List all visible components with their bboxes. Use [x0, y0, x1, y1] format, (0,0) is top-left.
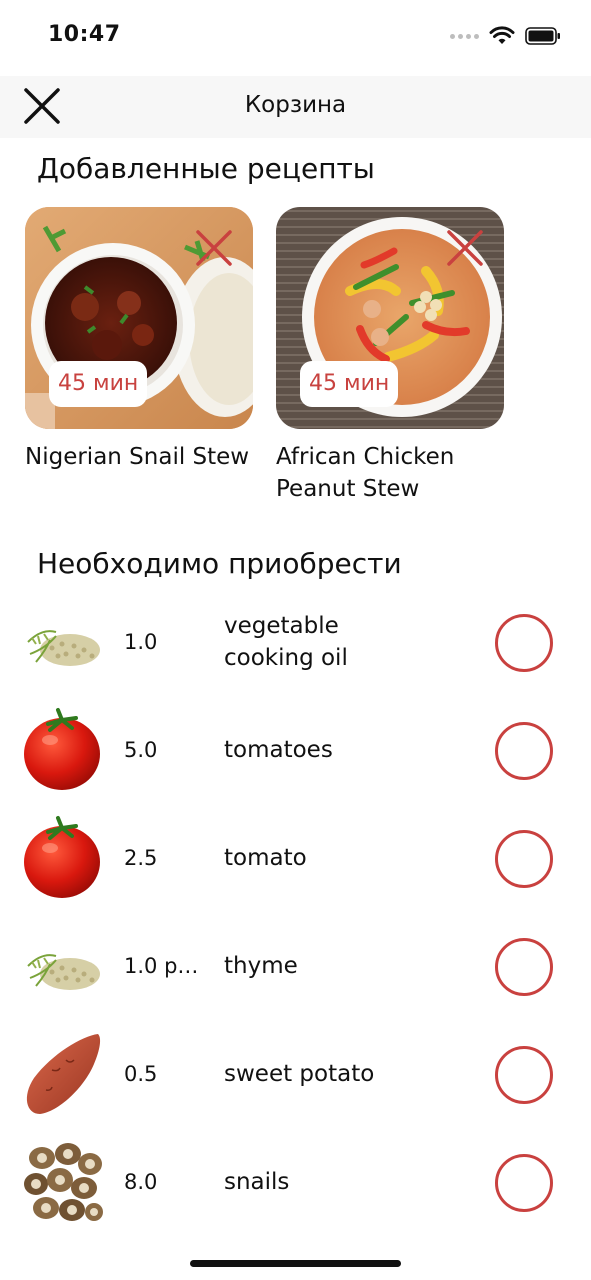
recipes-section-title: Добавленные рецепты — [37, 152, 375, 185]
shopping-section-title: Необходимо приобрести — [37, 547, 402, 580]
status-time: 10:47 — [48, 22, 121, 47]
remove-recipe-icon[interactable] — [195, 229, 233, 267]
tomato-image — [24, 816, 100, 898]
list-item: 1.0 p… thyme — [0, 922, 591, 1030]
navigation-bar: Корзина — [0, 76, 591, 138]
tomato-image — [24, 708, 100, 790]
sweet-potato-image — [26, 1034, 101, 1114]
item-name: tomato — [224, 845, 307, 871]
battery-icon — [525, 27, 560, 45]
remove-recipe-icon[interactable] — [446, 229, 484, 267]
page-title: Корзина — [244, 92, 347, 118]
item-name: thyme — [224, 953, 298, 979]
recipe-image: 45 мин — [276, 207, 504, 429]
list-item: 1.0 vegetable cooking oil — [0, 598, 591, 706]
recipe-card[interactable]: 45 мин Nigerian Snail Stew — [25, 207, 253, 473]
item-checkbox[interactable] — [495, 614, 553, 672]
item-name: sweet potato — [224, 1061, 375, 1087]
cook-time-badge: 45 мин — [300, 361, 399, 407]
cart-screen: 10:47 Корзина Добавленные рецепты 45 мин… — [0, 0, 591, 1280]
home-indicator[interactable] — [190, 1260, 401, 1267]
status-bar: 10:47 — [0, 0, 591, 76]
item-quantity: 8.0 — [124, 1170, 158, 1194]
recipe-name: Nigerian Snail Stew — [25, 444, 250, 470]
item-quantity: 5.0 — [124, 738, 158, 762]
item-quantity: 1.0 p… — [124, 954, 199, 978]
cellular-signal-icon — [450, 33, 479, 39]
item-quantity: 2.5 — [124, 846, 158, 870]
item-checkbox[interactable] — [495, 1154, 553, 1212]
item-checkbox[interactable] — [495, 1046, 553, 1104]
snails-image — [24, 1143, 103, 1221]
item-quantity: 0.5 — [124, 1062, 158, 1086]
item-quantity: 1.0 — [124, 630, 158, 654]
recipe-card[interactable]: 45 мин African Chicken Peanut Stew — [276, 207, 504, 505]
item-name: snails — [224, 1169, 290, 1195]
status-icons — [450, 26, 561, 46]
list-item: 0.5 sweet potato — [0, 1030, 591, 1138]
list-item: 2.5 tomato — [0, 814, 591, 922]
list-item: 5.0 tomatoes — [0, 706, 591, 814]
herbs-image — [27, 630, 100, 666]
herbs-image — [27, 954, 100, 990]
cook-time-badge: 45 мин — [49, 361, 148, 407]
recipe-image: 45 мин — [25, 207, 253, 429]
item-name: tomatoes — [224, 737, 333, 763]
list-item: 8.0 snails — [0, 1138, 591, 1246]
item-checkbox[interactable] — [495, 830, 553, 888]
recipe-name: African Chicken Peanut Stew — [276, 444, 455, 502]
item-name: vegetable cooking oil — [224, 613, 348, 671]
item-checkbox[interactable] — [495, 938, 553, 996]
wifi-icon — [489, 26, 515, 44]
item-checkbox[interactable] — [495, 722, 553, 780]
